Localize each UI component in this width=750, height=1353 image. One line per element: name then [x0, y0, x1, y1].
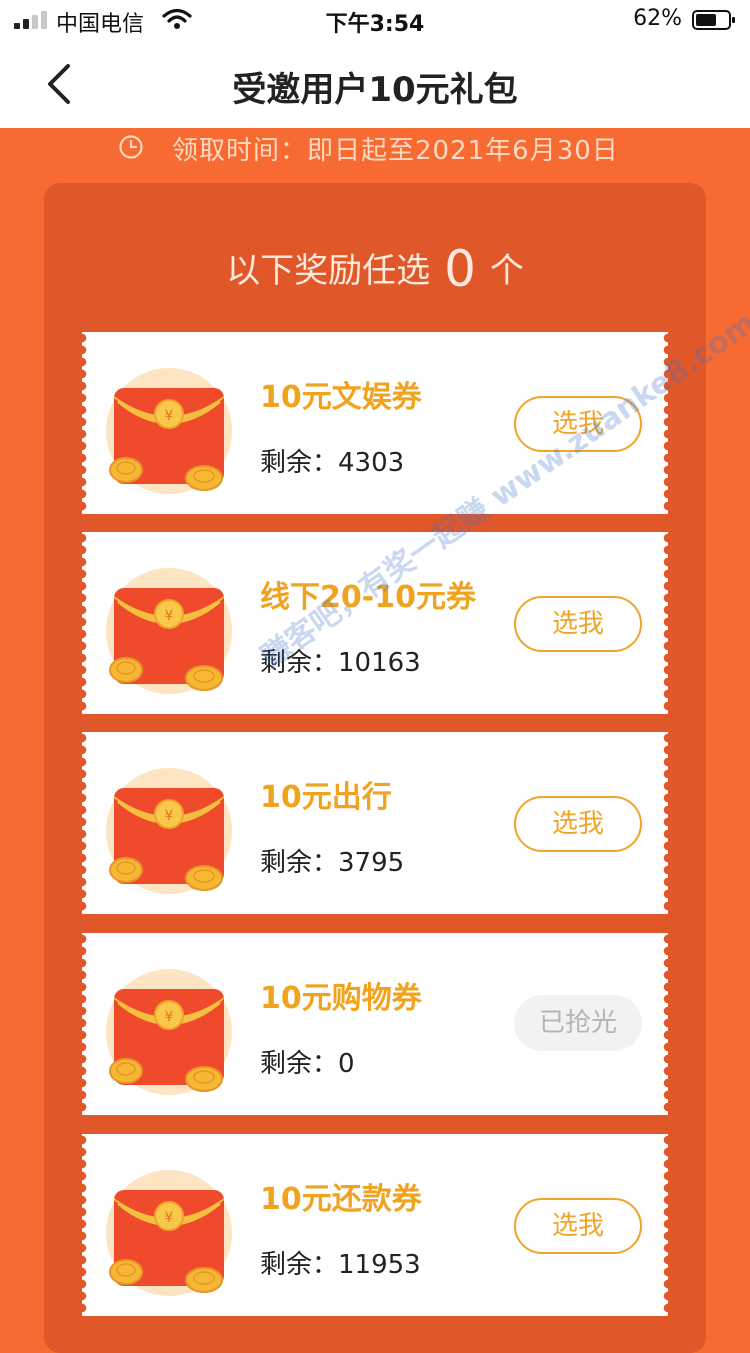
coupon-remaining: 剩余：11953 — [260, 1244, 421, 1281]
svg-text:¥: ¥ — [165, 608, 174, 624]
coupon-remaining: 剩余：10163 — [260, 642, 421, 679]
svg-text:¥: ¥ — [165, 1210, 174, 1226]
coupon-title: 线下20-10元券 — [260, 580, 476, 615]
pick-suffix: 个 — [489, 251, 524, 291]
select-button[interactable]: 选我 — [514, 1198, 642, 1254]
coupon-card: ¥ 10元还款券 剩余：11953 选我 — [82, 1134, 668, 1316]
remaining-count: 4303 — [338, 448, 405, 478]
coupon-card: ¥ 线下20-10元券 剩余：10163 选我 — [82, 532, 668, 714]
clock-icon — [119, 135, 143, 159]
select-button[interactable]: 选我 — [514, 796, 642, 852]
remaining-label: 剩余： — [260, 848, 339, 878]
remaining-label: 剩余： — [260, 1049, 339, 1079]
svg-text:¥: ¥ — [165, 1009, 174, 1025]
select-button[interactable]: 选我 — [514, 396, 642, 452]
remaining-label: 剩余： — [260, 1250, 339, 1280]
coupon-title: 10元文娱券 — [260, 380, 422, 415]
coupon-title: 10元还款券 — [260, 1182, 422, 1217]
red-envelope-icon: ¥ — [106, 768, 232, 894]
coupon-remaining: 剩余：3795 — [260, 842, 404, 879]
claim-time-text: 领取时间：即日起至2021年6月30日 — [172, 136, 619, 166]
pick-count: 0 — [444, 240, 476, 298]
coupon-remaining: 剩余：4303 — [260, 442, 404, 479]
coupon-card: ¥ 10元购物券 剩余：0 已抢光 — [82, 933, 668, 1115]
red-envelope-icon: ¥ — [106, 368, 232, 494]
red-envelope-icon: ¥ — [106, 969, 232, 1095]
remaining-label: 剩余： — [260, 448, 339, 478]
select-button[interactable]: 选我 — [514, 596, 642, 652]
remaining-count: 11953 — [338, 1250, 421, 1280]
coupon-title: 10元购物券 — [260, 981, 422, 1016]
coupon-card: ¥ 10元文娱券 剩余：4303 选我 — [82, 332, 668, 514]
battery-percent: 62% — [633, 6, 682, 31]
red-envelope-icon: ¥ — [106, 1170, 232, 1296]
coupon-card: ¥ 10元出行 剩余：3795 选我 — [82, 732, 668, 914]
sold-out-badge: 已抢光 — [514, 995, 642, 1051]
remaining-label: 剩余： — [260, 648, 339, 678]
remaining-count: 3795 — [338, 848, 405, 878]
page-title: 受邀用户10元礼包 — [232, 70, 518, 110]
pick-prefix: 以下奖励任选 — [226, 251, 431, 291]
red-envelope-icon: ¥ — [106, 568, 232, 694]
status-bar: 中国电信 下午3:54 62% — [0, 0, 750, 40]
coupon-remaining: 剩余：0 — [260, 1043, 355, 1080]
coupon-title: 10元出行 — [260, 780, 392, 815]
pick-count-heading: 以下奖励任选 0 个 — [0, 240, 750, 298]
svg-text:¥: ¥ — [165, 408, 174, 424]
remaining-count: 10163 — [338, 648, 421, 678]
remaining-count: 0 — [338, 1049, 355, 1079]
svg-text:¥: ¥ — [165, 808, 174, 824]
claim-time-row: 领取时间：即日起至2021年6月30日 — [0, 128, 750, 168]
battery-icon — [692, 10, 735, 30]
nav-bar: 受邀用户10元礼包 — [0, 40, 750, 128]
